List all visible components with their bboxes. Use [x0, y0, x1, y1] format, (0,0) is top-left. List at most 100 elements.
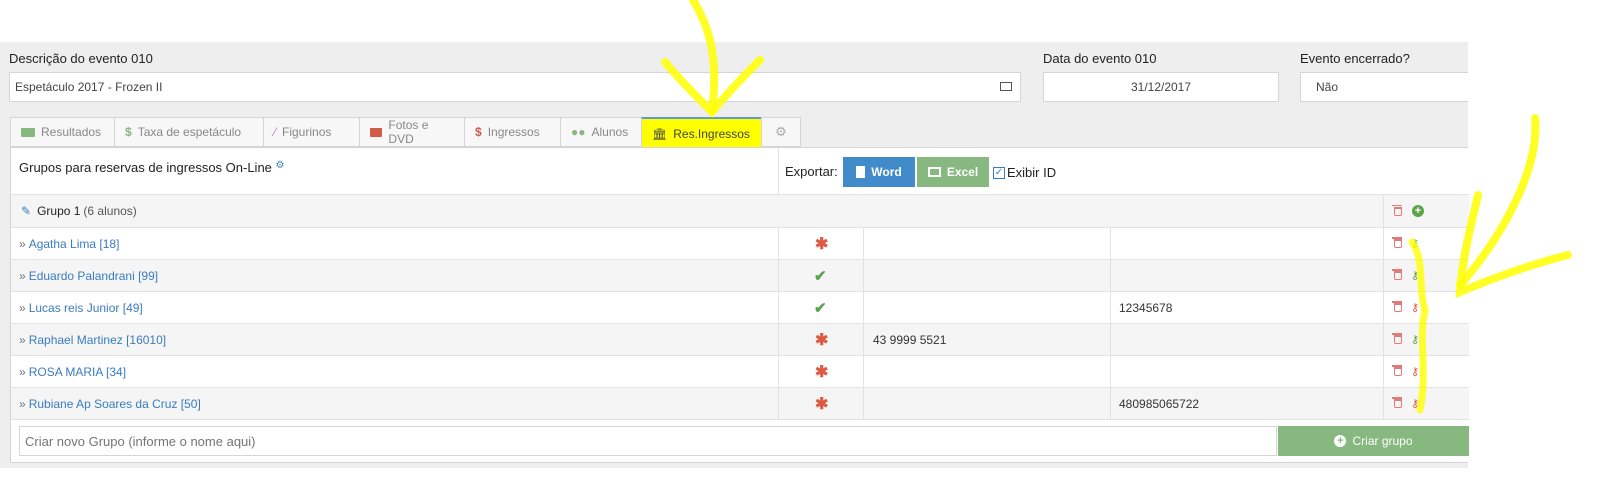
plus-circle-icon: +: [1334, 435, 1347, 447]
export-word-button[interactable]: Word: [843, 157, 915, 187]
delete-group-icon[interactable]: [1392, 195, 1402, 227]
tab-figurinos[interactable]: ⁄ Figurinos: [263, 117, 359, 147]
pending-asterisk-icon: ✱: [815, 363, 829, 381]
event-date-input[interactable]: 31/12/2017: [1043, 72, 1279, 102]
table-row: » Lucas reis Junior [49] ✔ 12345678 ⚷: [11, 291, 1469, 323]
users-icon: ●●: [571, 125, 586, 139]
event-closed-select[interactable]: Não: [1300, 72, 1468, 102]
group-row: ✎ Grupo 1 (6 alunos) +: [11, 194, 1469, 227]
id-card-icon: [1000, 82, 1012, 91]
student-link[interactable]: » ROSA MARIA [34]: [19, 356, 126, 387]
edit-icon[interactable]: ✎: [21, 204, 31, 218]
delete-student-icon[interactable]: [1392, 260, 1402, 291]
pending-asterisk-icon: ✱: [815, 235, 829, 253]
tab-label: Res.Ingressos: [673, 126, 750, 141]
student-code: 480985065722: [1119, 396, 1200, 411]
group-name: Grupo 1: [37, 204, 81, 218]
divider: [1383, 195, 1384, 227]
gears-icon: ⚙: [275, 160, 285, 171]
tab-label: Fotos e DVD: [388, 118, 429, 146]
tab-label: Ingressos: [487, 125, 540, 139]
tab-bar: Resultados $ Taxa de espetáculo ⁄ Figuri…: [10, 117, 801, 149]
file-icon: [856, 166, 866, 178]
export-excel-button[interactable]: Excel: [917, 157, 989, 187]
word-label: Word: [871, 165, 902, 179]
create-group-label: Criar grupo: [1352, 434, 1413, 448]
event-date-label: Data do evento 010: [1043, 51, 1157, 66]
magic-wand-icon: ⁄: [274, 125, 277, 139]
student-name: Agatha Lima [18]: [28, 236, 120, 251]
student-link[interactable]: » Lucas reis Junior [49]: [19, 292, 143, 323]
student-name: Raphael Martinez [16010]: [28, 332, 167, 347]
event-description-label: Descrição do evento 010: [9, 51, 153, 66]
show-id-label: Exibir ID: [1007, 165, 1057, 180]
section-header: Grupos para reservas de ingressos On-Lin…: [11, 148, 1469, 194]
table-row: » Agatha Lima [18] ✱ ⚷: [11, 227, 1469, 259]
tab-alunos[interactable]: ●● Alunos: [560, 117, 641, 147]
student-name: Rubiane Ap Soares da Cruz [50]: [28, 396, 201, 411]
group-count: (6 alunos): [83, 204, 137, 218]
key-icon[interactable]: ⚷: [1411, 356, 1419, 387]
divider: [778, 148, 779, 194]
reservations-panel: Grupos para reservas de ingressos On-Lin…: [10, 147, 1469, 464]
trash-icon: [1392, 237, 1402, 248]
table-row: » Rubiane Ap Soares da Cruz [50] ✱ 480985…: [11, 387, 1469, 419]
student-name: Eduardo Palandrani [99]: [28, 268, 159, 283]
table-row: » ROSA MARIA [34] ✱ ⚷: [11, 355, 1469, 387]
event-closed-label: Evento encerrado?: [1300, 51, 1410, 66]
key-icon[interactable]: ⚷: [1411, 260, 1419, 291]
key-icon[interactable]: ⚷: [1411, 324, 1419, 355]
tab-taxa-espetaculo[interactable]: $ Taxa de espetáculo: [114, 117, 263, 147]
money-icon: [21, 127, 35, 137]
trash-icon: [1392, 397, 1402, 408]
check-icon: ✔: [814, 267, 827, 285]
delete-student-icon[interactable]: [1392, 388, 1402, 419]
show-id-toggle[interactable]: ✓ Exibir ID: [993, 165, 1056, 180]
table-row: » Eduardo Palandrani [99] ✔ ⚷: [11, 259, 1469, 291]
trash-icon: [1392, 204, 1402, 216]
dollar-icon: $: [475, 125, 482, 139]
student-name: ROSA MARIA [34]: [28, 364, 127, 379]
event-description-input[interactable]: Espetáculo 2017 - Frozen II: [9, 72, 1021, 102]
key-icon[interactable]: ⚷: [1411, 292, 1419, 323]
student-link[interactable]: » Rubiane Ap Soares da Cruz [50]: [19, 388, 201, 419]
tab-label: Figurinos: [282, 125, 332, 139]
create-group-button[interactable]: + Criar grupo: [1278, 426, 1469, 456]
student-link[interactable]: » Eduardo Palandrani [99]: [19, 260, 158, 291]
tab-label: Resultados: [41, 125, 102, 139]
delete-student-icon[interactable]: [1392, 228, 1402, 259]
excel-label: Excel: [946, 165, 979, 179]
tab-ingressos[interactable]: $ Ingressos: [464, 117, 560, 147]
trash-icon: [1392, 365, 1402, 376]
table-row: » Raphael Martinez [16010] ✱ 43 9999 5521…: [11, 323, 1469, 355]
student-link[interactable]: » Agatha Lima [18]: [19, 228, 119, 259]
pending-asterisk-icon: ✱: [815, 395, 829, 413]
checkbox-checked-icon[interactable]: ✓: [993, 166, 1005, 179]
export-label: Exportar:: [785, 164, 838, 179]
video-camera-icon: [370, 127, 383, 137]
student-phone: 43 9999 5521: [873, 332, 947, 347]
dollar-icon: $: [125, 125, 132, 139]
tab-settings[interactable]: ⚙: [761, 117, 801, 147]
add-student-icon[interactable]: +: [1412, 195, 1424, 227]
pending-asterisk-icon: ✱: [815, 331, 829, 349]
group-title[interactable]: ✎ Grupo 1 (6 alunos): [21, 195, 137, 227]
tab-fotos-dvd[interactable]: Fotos e DVD: [359, 117, 464, 147]
trash-icon: [1392, 269, 1402, 280]
delete-student-icon[interactable]: [1392, 292, 1402, 323]
delete-student-icon[interactable]: [1392, 324, 1402, 355]
key-icon[interactable]: ⚷: [1411, 388, 1419, 419]
tab-resultados[interactable]: Resultados: [10, 117, 114, 147]
tab-res-ingressos[interactable]: 🏛 Res.Ingressos: [641, 117, 761, 149]
new-group-input[interactable]: [19, 426, 1277, 456]
new-group-row: + Criar grupo: [11, 419, 1469, 464]
bank-icon: 🏛: [652, 126, 668, 141]
trash-icon: [1392, 333, 1402, 344]
event-closed-value: Não: [1316, 80, 1339, 94]
section-title-text: Grupos para reservas de ingressos On-Lin…: [19, 160, 272, 175]
tab-label: Taxa de espetáculo: [137, 125, 242, 139]
delete-student-icon[interactable]: [1392, 356, 1402, 387]
key-icon[interactable]: ⚷: [1411, 228, 1419, 259]
table-icon: [927, 167, 941, 177]
student-link[interactable]: » Raphael Martinez [16010]: [19, 324, 166, 355]
